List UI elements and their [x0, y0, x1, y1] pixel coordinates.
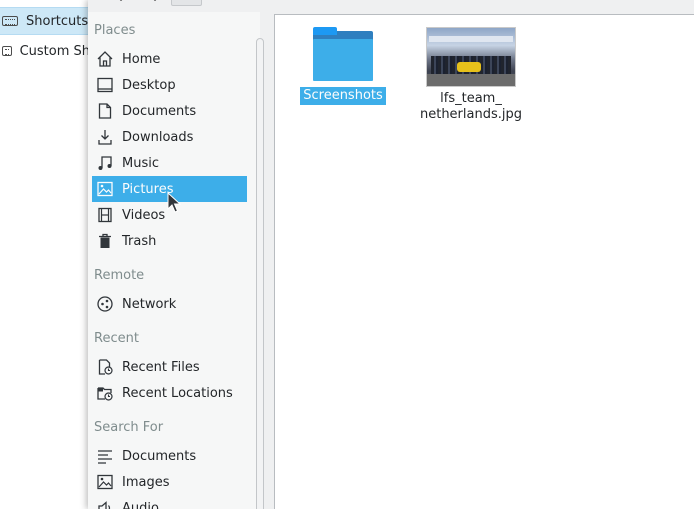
place-item-label: Trash — [122, 233, 157, 249]
file-item-name: Screenshots — [300, 87, 386, 105]
music-icon — [96, 154, 114, 172]
place-item-label: Recent Locations — [122, 385, 233, 401]
list-item-label: Custom Sh — [19, 43, 90, 59]
back-dropdown-chevron-icon[interactable]: ⌄ — [106, 0, 136, 6]
file-dialog: ⌄ ⌄ Places Home Desktop Documents — [88, 0, 694, 509]
place-item-label: Music — [122, 155, 159, 171]
custom-shortcuts-list-item[interactable]: Custom Sh — [0, 37, 90, 65]
keyboard-icon — [2, 46, 12, 56]
place-item-label: Documents — [122, 448, 197, 464]
place-item-label: Videos — [122, 207, 166, 223]
document-icon — [96, 102, 114, 120]
dialog-toolbar: ⌄ ⌄ — [88, 0, 694, 12]
home-icon — [96, 50, 114, 68]
film-icon — [96, 206, 114, 224]
place-item-music[interactable]: Music — [92, 150, 247, 176]
network-icon — [96, 295, 114, 313]
desktop-icon — [96, 76, 114, 94]
place-item-label: Documents — [122, 103, 197, 119]
file-item-screenshots-folder[interactable]: Screenshots — [288, 27, 398, 105]
toolbar-button[interactable] — [171, 0, 202, 6]
image-thumbnail — [426, 27, 516, 87]
place-item-label: Desktop — [122, 77, 176, 93]
place-item-label: Pictures — [122, 181, 174, 197]
file-name-line-2: netherlands.jpg — [419, 107, 522, 122]
recent-files-icon — [96, 358, 114, 376]
places-scrollbar[interactable] — [256, 38, 264, 509]
file-view: Screenshots lfs_team_ netherlands.jpg — [274, 14, 694, 509]
forward-dropdown-chevron-icon[interactable]: ⌄ — [140, 0, 170, 6]
place-item-label: Network — [122, 296, 177, 312]
places-panel: Places Home Desktop Documents Downloads — [88, 12, 264, 509]
folder-icon — [313, 27, 373, 83]
list-item-label: Shortcuts — [26, 13, 89, 29]
file-item-name: lfs_team_ netherlands.jpg — [416, 91, 526, 123]
background-settings-window: Shortcuts Custom Sh — [0, 0, 90, 509]
place-item-label: Downloads — [122, 129, 194, 145]
place-item-network[interactable]: Network — [92, 291, 247, 317]
audio-icon — [96, 499, 114, 509]
image-icon — [96, 473, 114, 491]
mouse-cursor-icon — [167, 192, 181, 213]
place-item-label: Audio — [122, 500, 159, 509]
section-title-remote: Remote — [94, 268, 145, 283]
keyboard-icon — [2, 16, 18, 26]
place-item-recent-locations[interactable]: Recent Locations — [92, 380, 247, 406]
place-item-label: Images — [122, 474, 170, 490]
place-item-label: Recent Files — [122, 359, 200, 375]
place-item-home[interactable]: Home — [92, 46, 247, 72]
place-item-label: Home — [122, 51, 161, 67]
image-icon — [96, 180, 114, 198]
file-item-lfs-team-netherlands[interactable]: lfs_team_ netherlands.jpg — [416, 27, 526, 123]
download-icon — [96, 128, 114, 146]
section-title-recent: Recent — [94, 331, 139, 346]
place-item-search-audio[interactable]: Audio — [92, 495, 247, 509]
place-item-recent-files[interactable]: Recent Files — [92, 354, 247, 380]
section-title-places: Places — [94, 23, 136, 38]
trash-icon — [96, 232, 114, 250]
shortcuts-list-item[interactable]: Shortcuts — [0, 7, 90, 35]
place-item-documents[interactable]: Documents — [92, 98, 247, 124]
section-title-search-for: Search For — [94, 420, 164, 435]
place-item-trash[interactable]: Trash — [92, 228, 247, 254]
recent-locations-icon — [96, 384, 114, 402]
place-item-desktop[interactable]: Desktop — [92, 72, 247, 98]
place-item-search-images[interactable]: Images — [92, 469, 247, 495]
file-name-line-1: lfs_team_ — [440, 91, 502, 106]
place-item-downloads[interactable]: Downloads — [92, 124, 247, 150]
place-item-search-documents[interactable]: Documents — [92, 443, 247, 469]
text-lines-icon — [96, 447, 114, 465]
